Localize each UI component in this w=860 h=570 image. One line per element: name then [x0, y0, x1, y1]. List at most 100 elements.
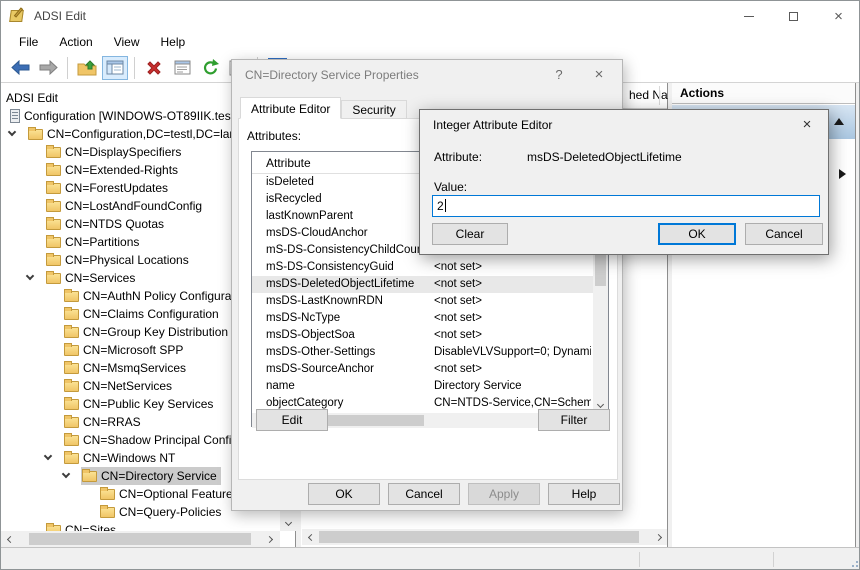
results-horizontal-scrollbar[interactable]	[302, 529, 667, 545]
menu-file[interactable]: File	[9, 31, 49, 53]
tree-item-label: CN=DisplaySpecifiers	[65, 145, 181, 159]
edit-button[interactable]: Edit	[256, 409, 328, 431]
filter-button[interactable]: Filter	[538, 409, 610, 431]
attribute-row[interactable]: msDS-LastKnownRDN<not set>	[252, 293, 593, 310]
tab-attribute-editor[interactable]: Attribute Editor	[240, 97, 341, 119]
properties-icon[interactable]	[169, 56, 195, 80]
tree-item-label: CN=Services	[65, 271, 135, 285]
attribute-row[interactable]: mS-DS-ConsistencyGuid<not set>	[252, 259, 593, 276]
attribute-name: msDS-CloudAnchor	[266, 225, 430, 242]
attribute-name: mS-DS-ConsistencyGuid	[266, 259, 430, 276]
attribute-row[interactable]: nameDirectory Service	[252, 378, 593, 395]
tree-item-label: CN=Directory Service	[101, 469, 217, 483]
forward-icon[interactable]	[35, 56, 61, 80]
folder-icon	[64, 363, 79, 374]
status-divider	[773, 552, 774, 567]
tree-item-label: CN=AuthN Policy Configura	[83, 289, 231, 303]
back-icon[interactable]	[7, 56, 33, 80]
attribute-row[interactable]: msDS-NcType<not set>	[252, 310, 593, 327]
value-label: Value:	[434, 180, 467, 194]
up-one-level-icon[interactable]	[74, 56, 100, 80]
toolbar-separator	[67, 57, 68, 79]
attribute-name: msDS-NcType	[266, 310, 430, 327]
attribute-value: <not set>	[434, 327, 591, 344]
minimize-button[interactable]	[726, 1, 771, 31]
attribute-row[interactable]: msDS-DeletedObjectLifetime<not set>	[252, 276, 593, 293]
attribute-name: isDeleted	[266, 174, 430, 191]
folder-icon	[82, 471, 97, 482]
attribute-value: DisableVLVSupport=0; DynamicO	[434, 344, 591, 361]
clear-button[interactable]: Clear	[432, 223, 508, 245]
refresh-icon[interactable]	[197, 56, 223, 80]
folder-icon	[46, 183, 61, 194]
value-input[interactable]: 2	[432, 195, 820, 217]
attribute-name: msDS-DeletedObjectLifetime	[266, 276, 430, 293]
tree-horizontal-scrollbar[interactable]	[1, 531, 280, 547]
cancel-button[interactable]: Cancel	[388, 483, 460, 505]
window-title: ADSI Edit	[34, 9, 86, 23]
apply-button[interactable]: Apply	[468, 483, 540, 505]
tree-item-label: CN=Query-Policies	[119, 505, 221, 519]
cancel-button[interactable]: Cancel	[745, 223, 823, 245]
value-input-text: 2	[437, 199, 444, 213]
tree-item-label: CN=NTDS Quotas	[65, 217, 164, 231]
folder-icon	[64, 309, 79, 320]
dialog-close-button[interactable]: ×	[586, 63, 612, 87]
tree-item-label: CN=Group Key Distribution S	[83, 325, 239, 339]
more-actions-arrow-icon[interactable]	[839, 169, 846, 179]
attribute-row[interactable]: msDS-SourceAnchor<not set>	[252, 361, 593, 378]
app-icon	[10, 8, 26, 24]
attribute-value: <not set>	[434, 276, 591, 293]
resize-grip[interactable]	[856, 565, 858, 567]
tree-item-label: CN=Public Key Services	[83, 397, 213, 411]
minimize-icon	[744, 16, 754, 17]
ok-button[interactable]: OK	[658, 223, 736, 245]
folder-icon	[28, 129, 43, 140]
tree-item-label: CN=LostAndFoundConfig	[65, 199, 202, 213]
menu-view[interactable]: View	[104, 31, 151, 53]
tree-item[interactable]: CN=Sites	[1, 521, 280, 531]
expand-chevron-icon[interactable]	[26, 272, 34, 280]
tree-item-label: CN=Sites	[65, 523, 116, 531]
properties-dialog-title: CN=Directory Service Properties	[245, 68, 419, 82]
close-button[interactable]: ×	[816, 1, 860, 31]
menu-help[interactable]: Help	[151, 31, 197, 53]
ok-button[interactable]: OK	[308, 483, 380, 505]
attribute-name: lastKnownParent	[266, 208, 430, 225]
show-console-tree-icon[interactable]	[102, 56, 128, 80]
status-bar	[1, 547, 860, 570]
attribute-value: <not set>	[434, 310, 591, 327]
folder-icon	[46, 165, 61, 176]
attribute-name: msDS-LastKnownRDN	[266, 293, 430, 310]
attribute-name: msDS-Other-Settings	[266, 344, 430, 361]
expand-chevron-icon[interactable]	[62, 470, 70, 478]
folder-icon	[100, 489, 115, 500]
delete-icon[interactable]	[141, 56, 167, 80]
folder-icon	[100, 507, 115, 518]
dialog-close-button[interactable]: ×	[794, 113, 820, 137]
tab-security[interactable]: Security	[341, 100, 406, 119]
tree-item-label: CN=NetServices	[83, 379, 172, 393]
attribute-row[interactable]: msDS-Other-SettingsDisableVLVSupport=0; …	[252, 344, 593, 361]
title-bar: ADSI Edit ×	[1, 1, 860, 31]
server-icon	[10, 109, 20, 123]
maximize-button[interactable]	[771, 1, 816, 31]
attribute-column-label: Attribute	[266, 156, 311, 170]
attribute-value: Directory Service	[434, 378, 591, 395]
collapse-arrow-icon[interactable]	[834, 118, 844, 125]
menu-action[interactable]: Action	[49, 31, 103, 53]
attribute-row[interactable]: msDS-ObjectSoa<not set>	[252, 327, 593, 344]
help-button[interactable]: Help	[548, 483, 620, 505]
tree-item-label: CN=Windows NT	[83, 451, 175, 465]
folder-icon	[46, 147, 61, 158]
expand-chevron-icon[interactable]	[44, 452, 52, 460]
tree-item-label: CN=Configuration,DC=testl,DC=lan	[47, 127, 236, 141]
distinguished-name-column-label: hed Na	[629, 88, 668, 102]
tree-item-label: CN=Optional Features	[119, 487, 239, 501]
tree-item-label: ADSI Edit	[6, 91, 58, 105]
integer-dialog-title: Integer Attribute Editor	[433, 118, 552, 132]
attribute-name: msDS-SourceAnchor	[266, 361, 430, 378]
folder-icon	[64, 435, 79, 446]
expand-chevron-icon[interactable]	[8, 128, 16, 136]
dialog-help-button[interactable]: ?	[548, 63, 570, 87]
